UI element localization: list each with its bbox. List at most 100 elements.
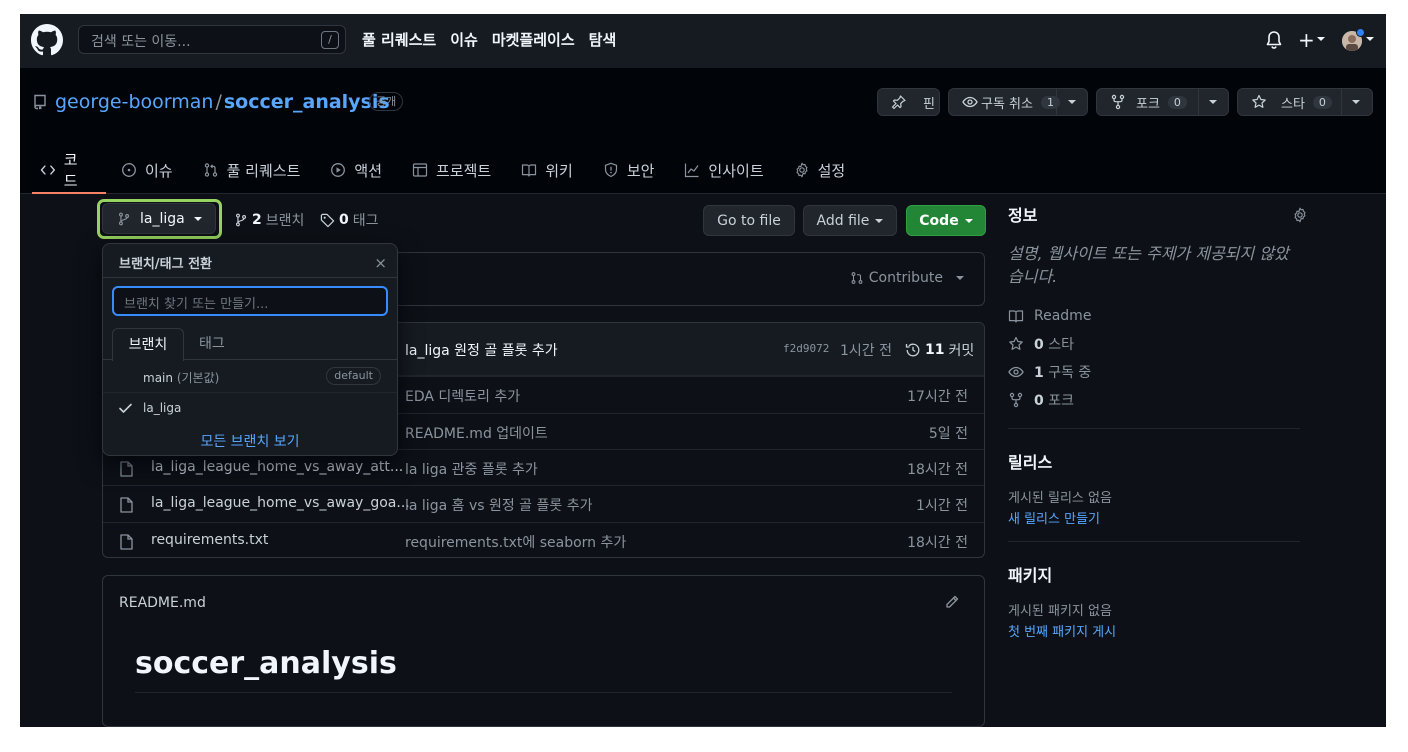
file-commit-message[interactable]: README.md 업데이트 — [405, 423, 548, 443]
commit-count-label: 커밋 — [948, 343, 975, 359]
check-icon — [119, 403, 132, 414]
tab-issues[interactable]: 이슈 — [106, 146, 188, 194]
sidebar-divider — [1008, 428, 1300, 429]
forks-count: 0 — [1034, 393, 1044, 409]
tags-link[interactable]: 0 태그 — [320, 210, 379, 230]
file-commit-message[interactable]: la liga 관중 플롯 추가 — [405, 459, 538, 479]
readme-filename[interactable]: README.md — [119, 595, 206, 611]
add-file-button[interactable]: Add file — [803, 205, 897, 236]
nav-issues[interactable]: 이슈 — [450, 29, 478, 50]
fork-button[interactable]: 포크 0 — [1096, 88, 1229, 116]
gear-icon — [796, 162, 808, 178]
file-commit-time: 5일 전 — [928, 426, 968, 442]
tab-tags[interactable]: 태그 — [199, 328, 225, 360]
commits-link[interactable]: 11 커밋 — [905, 340, 974, 360]
tab-pull-requests[interactable]: 풀 리퀘스트 — [188, 146, 316, 194]
nav-explore[interactable]: 탐색 — [589, 29, 617, 50]
tab-security[interactable]: 보안 — [588, 146, 670, 194]
tab-branches[interactable]: 브랜치 — [112, 328, 184, 361]
pull-request-icon — [204, 163, 217, 177]
watch-chevron-down-icon[interactable] — [1068, 100, 1076, 104]
go-to-file-button[interactable]: Go to file — [703, 205, 795, 236]
close-icon[interactable]: × — [374, 254, 387, 272]
watching-label: 구독 중 — [1048, 365, 1092, 381]
tab-pull-requests-label: 풀 리퀘스트 — [226, 161, 301, 180]
forks-link[interactable]: 0 포크 — [1008, 386, 1300, 414]
readme-divider — [135, 692, 952, 693]
github-logo-icon[interactable] — [31, 24, 63, 56]
latest-commit-sha[interactable]: f2d9072 — [783, 342, 829, 355]
tab-wiki[interactable]: 위키 — [506, 146, 588, 194]
branch-filter-input[interactable]: 브랜치 찾기 또는 만들기... — [112, 286, 388, 316]
tab-code[interactable]: 코드 — [32, 146, 106, 194]
stars-count: 0 — [1034, 337, 1044, 353]
releases-title[interactable]: 릴리스 — [1008, 449, 1300, 473]
star-icon — [1252, 94, 1266, 108]
branch-item-main[interactable]: main (기본값) default — [103, 361, 397, 393]
packages-title[interactable]: 패키지 — [1008, 562, 1300, 586]
tab-insights[interactable]: 인사이트 — [669, 146, 778, 194]
view-all-branches-link[interactable]: 모든 브랜치 보기 — [103, 431, 397, 451]
bell-icon[interactable] — [1265, 30, 1283, 50]
file-commit-time: 18시간 전 — [907, 462, 968, 478]
branch-select-button[interactable]: la_liga — [102, 203, 216, 234]
branch-switch-dropdown: 브랜치/태그 전환 × 브랜치 찾기 또는 만들기... 브랜치 태그 main… — [102, 243, 398, 456]
file-commit-message[interactable]: requirements.txt에 seaborn 추가 — [405, 532, 626, 552]
branch-item-label: main (기본값) — [143, 369, 219, 386]
tab-actions[interactable]: 액션 — [315, 146, 397, 194]
star-icon — [1009, 336, 1023, 350]
branch-icon — [118, 212, 130, 225]
edit-pencil-icon[interactable] — [944, 594, 960, 610]
readme-link[interactable]: Readme — [1008, 302, 1300, 330]
repo-header: george-boorman / soccer_analysis 공개 핀 구독 취… — [20, 68, 1386, 194]
branch-item-la-liga[interactable]: la_liga — [103, 393, 397, 425]
avatar-chevron-down-icon[interactable] — [1366, 37, 1374, 41]
table-row[interactable]: la_liga_league_home_vs_away_goa... la li… — [103, 485, 984, 522]
global-header: 검색 또는 이동... / 풀 리퀘스트 이슈 마켓플레이스 탐색 + — [20, 14, 1386, 68]
book-icon — [522, 164, 537, 177]
app-window: 검색 또는 이동... / 풀 리퀘스트 이슈 마켓플레이스 탐색 + geor… — [20, 14, 1386, 727]
tab-projects[interactable]: 프로젝트 — [397, 146, 506, 194]
fork-chevron-down-icon[interactable] — [1209, 100, 1217, 104]
contribute-button[interactable]: Contribute — [850, 270, 964, 286]
eye-icon — [962, 96, 978, 108]
star-chevron-down-icon[interactable] — [1352, 100, 1360, 104]
watchers-link[interactable]: 1 구독 중 — [1008, 358, 1300, 386]
tab-settings-label: 설정 — [817, 161, 846, 180]
file-name[interactable]: requirements.txt — [151, 532, 268, 548]
add-file-chevron-down-icon — [875, 218, 884, 223]
create-new-button[interactable]: + — [1298, 28, 1315, 52]
repo-name-link[interactable]: soccer_analysis — [224, 91, 390, 113]
file-name[interactable]: la_liga_league_home_vs_away_att... — [151, 459, 403, 475]
repo-tabs: 코드 이슈 풀 리퀘스트 액션 프로젝트 위키 보안 인사이트 설정 — [32, 146, 860, 194]
tab-projects-label: 프로젝트 — [436, 161, 492, 180]
gear-icon[interactable] — [1292, 207, 1308, 223]
table-row[interactable]: requirements.txt requirements.txt에 seabo… — [103, 522, 984, 557]
dropdown-divider — [103, 277, 397, 278]
latest-commit-message[interactable]: la_liga 원정 골 플롯 추가 — [405, 340, 558, 360]
pin-button[interactable]: 핀 — [877, 88, 940, 116]
file-name[interactable]: la_liga_league_home_vs_away_goa... — [151, 495, 410, 511]
tab-issues-label: 이슈 — [145, 161, 173, 180]
file-commit-message[interactable]: EDA 디렉토리 추가 — [405, 386, 520, 406]
tab-settings[interactable]: 설정 — [779, 146, 861, 194]
star-button[interactable]: 스타 0 — [1237, 88, 1373, 116]
code-button[interactable]: Code — [906, 205, 986, 236]
file-commit-message[interactable]: la liga 홈 vs 원정 골 플롯 추가 — [405, 495, 592, 515]
about-description: 설명, 웹사이트 또는 주제가 제공되지 않았습니다. — [1008, 244, 1289, 286]
branches-link[interactable]: 2 브랜치 — [234, 210, 304, 230]
nav-marketplace[interactable]: 마켓플레이스 — [492, 29, 575, 50]
search-input[interactable]: 검색 또는 이동... / — [78, 25, 346, 54]
play-icon — [331, 163, 346, 177]
repo-owner-link[interactable]: george-boorman — [55, 91, 213, 113]
stars-link[interactable]: 0 스타 — [1008, 330, 1300, 358]
watch-button[interactable]: 구독 취소 1 — [948, 88, 1088, 116]
publish-package-link[interactable]: 첫 번째 패키지 게시 — [1008, 621, 1300, 640]
create-new-chevron-down-icon[interactable] — [1317, 37, 1325, 41]
tag-count-label: 태그 — [352, 213, 379, 229]
create-release-link[interactable]: 새 릴리스 만들기 — [1008, 508, 1300, 527]
nav-pull-requests[interactable]: 풀 리퀘스트 — [362, 29, 436, 50]
about-title: 정보 — [1008, 206, 1038, 225]
default-branch-badge: default — [326, 367, 381, 385]
pin-label: 핀 — [923, 96, 935, 112]
